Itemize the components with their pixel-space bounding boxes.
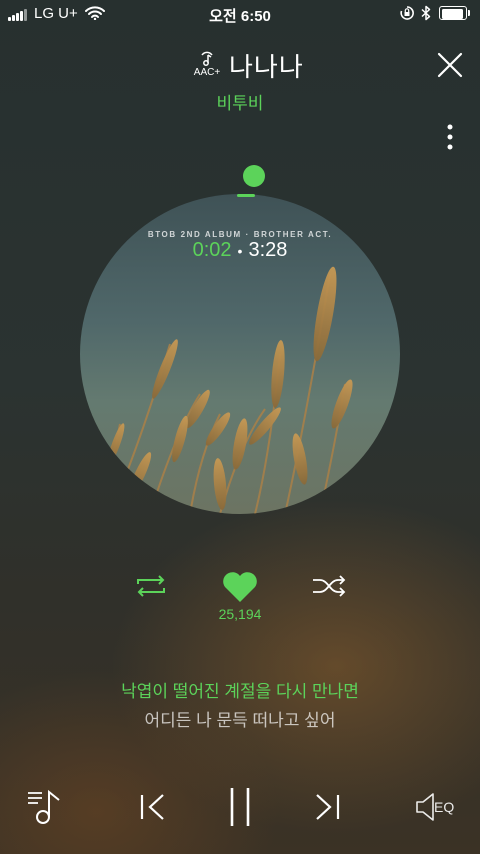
battery-icon: [439, 6, 470, 20]
bluetooth-icon: [421, 5, 431, 21]
progress-knob[interactable]: [243, 165, 265, 187]
repeat-icon[interactable]: [133, 573, 169, 599]
eq-label: EQ: [434, 799, 455, 815]
lyrics-current-line[interactable]: 낙엽이 떨어진 계절을 다시 만나면: [0, 677, 480, 702]
elapsed-time: 0:02: [192, 239, 232, 261]
total-duration: 3:28: [248, 239, 288, 261]
more-options-icon[interactable]: [440, 124, 460, 150]
aac-label: AAC+: [193, 67, 221, 78]
playlist-icon[interactable]: [26, 788, 66, 826]
playback-time: 0:02 • 3:28: [0, 239, 480, 262]
speaker-icon: [416, 793, 434, 821]
like-heart-icon[interactable]: [221, 570, 259, 604]
close-icon[interactable]: [436, 51, 464, 79]
orientation-lock-icon: [400, 6, 414, 20]
aac-quality-badge: AAC+: [192, 50, 222, 80]
music-note-icon: [201, 51, 213, 66]
next-track-icon[interactable]: [312, 792, 342, 822]
artist-name[interactable]: 비투비: [0, 89, 480, 114]
time-separator: •: [237, 243, 243, 259]
status-bar: LG U+ 오전 6:50: [0, 0, 480, 28]
equalizer-button[interactable]: EQ: [414, 790, 460, 824]
lyrics-next-line[interactable]: 어디든 나 문득 떠나고 싶어: [0, 706, 480, 731]
shuffle-icon[interactable]: [311, 573, 347, 599]
pause-icon[interactable]: [226, 786, 254, 828]
previous-track-icon[interactable]: [138, 792, 168, 822]
progress-arc: [237, 194, 255, 197]
album-caption: BTOB 2ND ALBUM · BROTHER ACT.: [147, 230, 333, 239]
like-count: 25,194: [218, 606, 262, 622]
song-title: 나나나: [229, 52, 304, 82]
